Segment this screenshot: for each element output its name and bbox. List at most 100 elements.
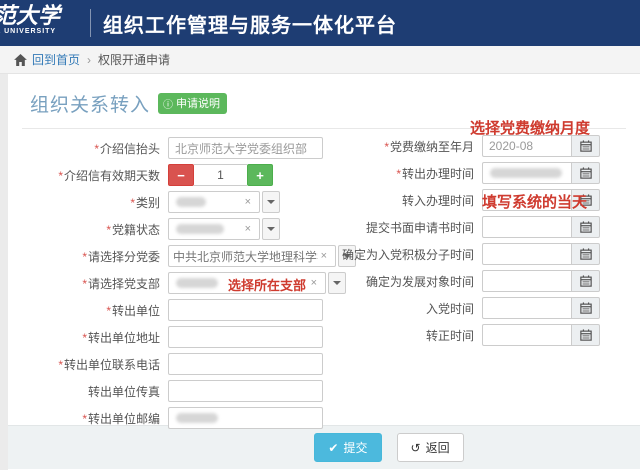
select-control: ×	[168, 218, 280, 240]
field-label-party-branch: *请选择党支部	[18, 275, 168, 292]
field-label-transfer-in-date: 转入办理时间	[340, 192, 482, 209]
logo-subtext: L UNIVERSITY	[0, 28, 88, 35]
out-unit-phone-input[interactable]	[168, 353, 323, 375]
required-asterisk: *	[82, 412, 87, 426]
field-row-sub-committee: *请选择分党委中共北京师范大学地理科学学部...×	[18, 245, 338, 267]
field-label-text: 转出单位联系电话	[64, 358, 160, 372]
page-margin	[0, 74, 8, 470]
required-asterisk: *	[94, 142, 99, 156]
activist-date-input[interactable]	[482, 243, 572, 265]
field-control	[482, 270, 600, 292]
field-label-intro-letter-title: *介绍信抬头	[18, 140, 168, 157]
field-control	[482, 243, 600, 265]
required-asterisk: *	[58, 358, 63, 372]
clear-icon[interactable]: ×	[245, 196, 251, 208]
form-column-right: 选择党费缴纳月度 *党费缴纳至年月*转出办理时间转入办理时间填写系统的当天提交书…	[340, 135, 640, 351]
field-label-text: 党费缴纳至年月	[390, 140, 474, 154]
chevron-down-icon[interactable]	[262, 191, 280, 213]
field-row-activist-date: 确定为入党积极分子时间	[340, 243, 640, 265]
field-label-category: *类别	[18, 194, 168, 211]
select-control: 中共北京师范大学地理科学学部...×	[168, 245, 356, 267]
join-party-date-input[interactable]	[482, 297, 572, 319]
intro-letter-title-input[interactable]	[168, 137, 323, 159]
stepper-control: −+	[168, 164, 273, 186]
clear-icon[interactable]: ×	[245, 223, 251, 235]
field-row-full-member-date: 转正时间	[340, 324, 640, 346]
field-label-text: 转入办理时间	[402, 194, 474, 208]
field-label-text: 转出单位	[112, 304, 160, 318]
help-badge-label: 申请说明	[176, 95, 220, 111]
required-asterisk: *	[106, 304, 111, 318]
full-member-date-input[interactable]	[482, 324, 572, 346]
back-button[interactable]: ↺ 返回	[397, 433, 464, 462]
development-target-date-input[interactable]	[482, 270, 572, 292]
calendar-icon[interactable]	[572, 135, 600, 157]
field-control	[168, 299, 323, 321]
calendar-icon[interactable]	[572, 324, 600, 346]
caret-glyph	[267, 227, 275, 231]
help-badge[interactable]: ⓘ 申请说明	[158, 93, 227, 114]
clear-icon[interactable]: ×	[311, 277, 317, 289]
field-label-full-member-date: 转正时间	[340, 327, 482, 344]
field-label-text: 转出单位地址	[88, 331, 160, 345]
calendar-icon[interactable]	[572, 297, 600, 319]
field-row-category: *类别 ×	[18, 191, 338, 213]
field-control	[482, 216, 600, 238]
party-status-select[interactable]: ×	[168, 218, 260, 240]
required-asterisk: *	[82, 250, 87, 264]
field-control	[482, 324, 600, 346]
out-unit-zip-input[interactable]	[168, 407, 323, 429]
field-control	[482, 189, 600, 211]
university-logo: 范大学 L UNIVERSITY	[0, 0, 88, 46]
field-label-text: 介绍信有效期天数	[64, 169, 160, 183]
field-row-out-unit-address: *转出单位地址	[18, 326, 338, 348]
field-label-text: 提交书面申请书时间	[366, 221, 474, 235]
out-unit-address-input[interactable]	[168, 326, 323, 348]
breadcrumb-home-link[interactable]: 回到首页	[32, 51, 80, 68]
transfer-form: *介绍信抬头*介绍信有效期天数−+*类别×*党籍状态×*请选择分党委中共北京师范…	[8, 129, 640, 425]
transfer-out-date-input[interactable]	[482, 162, 572, 184]
calendar-icon[interactable]	[572, 270, 600, 292]
stepper-plus-button[interactable]: +	[247, 164, 273, 186]
out-unit-fax-input[interactable]	[168, 380, 323, 402]
select-value: 中共北京师范大学地理科学学部...	[173, 248, 318, 265]
clear-icon[interactable]: ×	[321, 250, 327, 262]
party-branch-select[interactable]: ×	[168, 272, 326, 294]
fee-paid-until-input[interactable]	[482, 135, 572, 157]
home-icon[interactable]	[14, 54, 27, 66]
field-row-join-party-date: 入党时间	[340, 297, 640, 319]
category-select[interactable]: ×	[168, 191, 260, 213]
field-label-text: 介绍信抬头	[100, 142, 160, 156]
content-panel: 组织关系转入 ⓘ 申请说明 *介绍信抬头*介绍信有效期天数−+*类别×*党籍状态…	[8, 74, 640, 475]
field-row-intro-letter-title: *介绍信抬头	[18, 137, 338, 159]
field-label-text: 请选择分党委	[88, 250, 160, 264]
field-row-transfer-out-date: *转出办理时间	[340, 162, 640, 184]
field-row-out-unit-phone: *转出单位联系电话	[18, 353, 338, 375]
calendar-icon[interactable]	[572, 243, 600, 265]
calendar-icon[interactable]	[572, 162, 600, 184]
select-control: ×	[168, 191, 280, 213]
calendar-icon[interactable]	[572, 189, 600, 211]
intro-letter-valid-days-input[interactable]	[194, 164, 247, 186]
field-control	[168, 407, 323, 429]
form-column-left: *介绍信抬头*介绍信有效期天数−+*类别×*党籍状态×*请选择分党委中共北京师范…	[18, 137, 338, 434]
stepper-minus-button[interactable]: −	[168, 164, 194, 186]
field-label-text: 请选择党支部	[88, 277, 160, 291]
field-label-text: 转出单位传真	[88, 385, 160, 399]
submit-button-label: 提交	[343, 439, 367, 456]
submit-button[interactable]: ✔ 提交	[314, 433, 381, 462]
calendar-icon[interactable]	[572, 216, 600, 238]
chevron-down-icon[interactable]	[262, 218, 280, 240]
sub-committee-select[interactable]: 中共北京师范大学地理科学学部...×	[168, 245, 336, 267]
out-unit-input[interactable]	[168, 299, 323, 321]
header-divider	[90, 9, 91, 37]
transfer-in-date-input[interactable]	[482, 189, 572, 211]
back-button-label: 返回	[426, 439, 450, 456]
field-control	[168, 380, 323, 402]
check-icon: ✔	[328, 441, 338, 455]
written-application-date-input[interactable]	[482, 216, 572, 238]
field-label-transfer-out-date: *转出办理时间	[340, 165, 482, 182]
field-row-party-status: *党籍状态×	[18, 218, 338, 240]
field-label-development-target-date: 确定为发展对象时间	[340, 273, 482, 290]
field-label-text: 转出单位邮编	[88, 412, 160, 426]
